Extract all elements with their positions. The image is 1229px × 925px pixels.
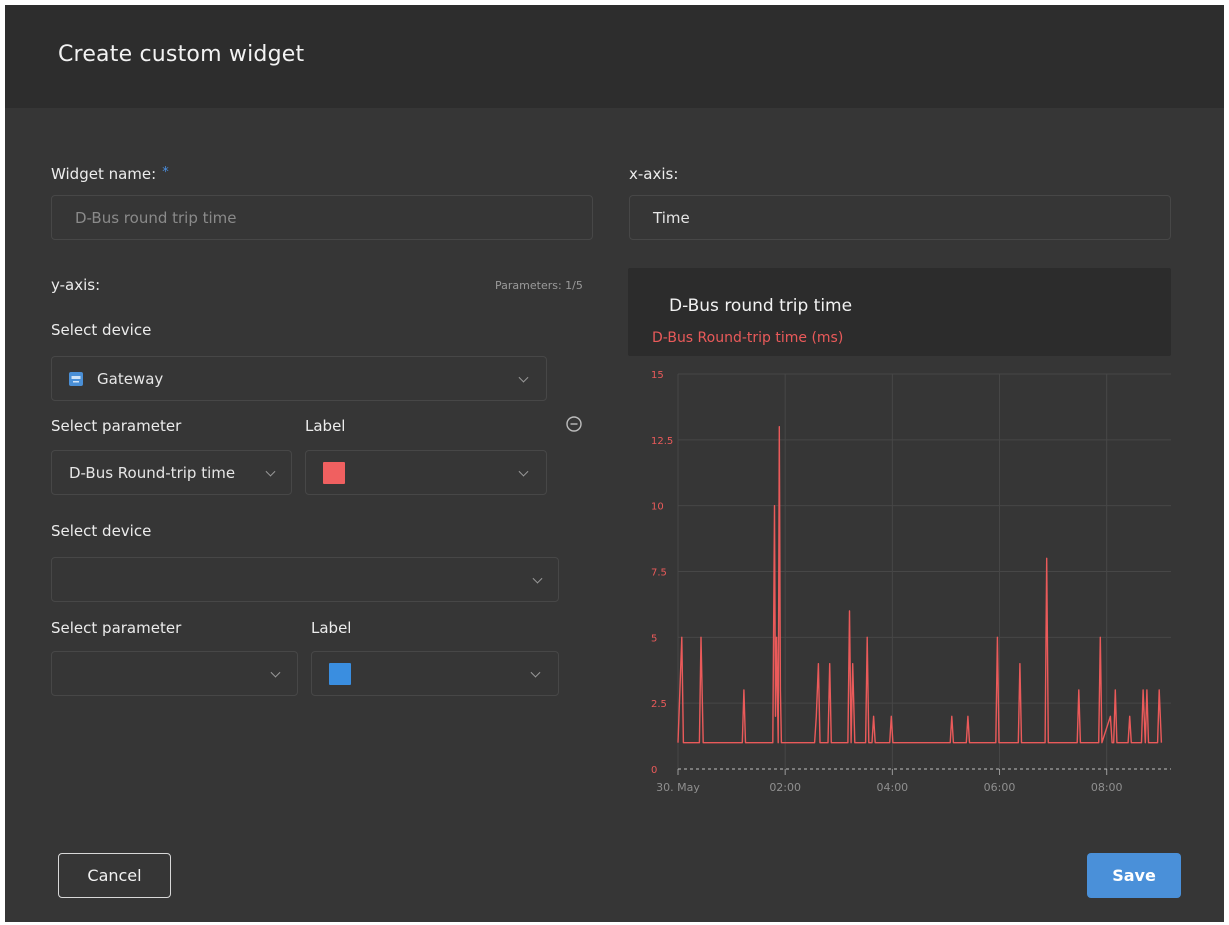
select-device-label-1: Select device [51, 321, 152, 339]
select-device-label-2: Select device [51, 522, 152, 540]
y-tick-label: 2.5 [651, 699, 667, 710]
widget-name-placeholder: D-Bus round trip time [75, 208, 237, 227]
save-button[interactable]: Save [1087, 853, 1181, 898]
series-line [677, 426, 1163, 744]
chevron-down-icon [518, 466, 529, 477]
widget-name-input[interactable]: D-Bus round trip time [51, 195, 593, 240]
create-widget-dialog: Create custom widget Widget name: * D-Bus… [5, 5, 1224, 922]
chevron-down-icon [530, 667, 541, 678]
dialog-title: Create custom widget [58, 42, 305, 67]
y-tick-label: 10 [651, 502, 664, 513]
color-select-1[interactable] [305, 450, 547, 495]
parameter-value-1: D-Bus Round-trip time [69, 463, 236, 482]
x-tick-label: 02:00 [769, 781, 801, 794]
parameters-count: Parameters: 1/5 [495, 279, 583, 292]
color-label-1: Label [305, 417, 346, 435]
select-parameter-label-1: Select parameter [51, 417, 182, 435]
required-asterisk: * [162, 165, 169, 180]
dialog-header: Create custom widget [5, 5, 1224, 108]
device-select-2[interactable] [51, 557, 559, 602]
x-tick-label: 04:00 [876, 781, 908, 794]
color-swatch-red [323, 461, 345, 484]
color-swatch-blue [329, 662, 351, 685]
y-axis-label: y-axis: [51, 276, 101, 294]
chart-series-label: D-Bus Round-trip time (ms) [652, 330, 844, 346]
cancel-button[interactable]: Cancel [58, 853, 171, 898]
x-tick-label: 06:00 [984, 781, 1016, 794]
remove-series-icon[interactable] [565, 415, 583, 433]
color-select-2[interactable] [311, 651, 559, 696]
y-tick-label: 15 [651, 370, 664, 381]
chart-title: D-Bus round trip time [669, 296, 853, 316]
parameter-select-2[interactable] [51, 651, 298, 696]
chevron-down-icon [518, 372, 529, 383]
x-axis-label: x-axis: [629, 165, 679, 183]
color-label-2: Label [311, 619, 352, 637]
y-tick-label: 5 [651, 633, 657, 644]
x-tick-label: 30. May [656, 781, 700, 794]
select-parameter-label-2: Select parameter [51, 619, 182, 637]
x-axis-input[interactable]: Time [629, 195, 1171, 240]
chevron-down-icon [532, 573, 543, 584]
x-tick-label: 08:00 [1091, 781, 1123, 794]
y-tick-label: 7.5 [651, 568, 667, 579]
chart-header: D-Bus round trip time D-Bus Round-trip t… [628, 268, 1171, 356]
device-select-1[interactable]: Gateway [51, 356, 547, 401]
chevron-down-icon [270, 667, 281, 678]
widget-name-label-text: Widget name: [51, 165, 157, 183]
chevron-down-icon [265, 466, 276, 477]
y-tick-label: 12.5 [651, 436, 673, 447]
y-tick-label: 0 [651, 765, 657, 776]
widget-name-label: Widget name: * [51, 165, 169, 183]
gateway-device-icon [69, 371, 83, 386]
x-axis-value: Time [653, 208, 690, 227]
device-value-1: Gateway [97, 369, 164, 388]
parameter-select-1[interactable]: D-Bus Round-trip time [51, 450, 292, 495]
